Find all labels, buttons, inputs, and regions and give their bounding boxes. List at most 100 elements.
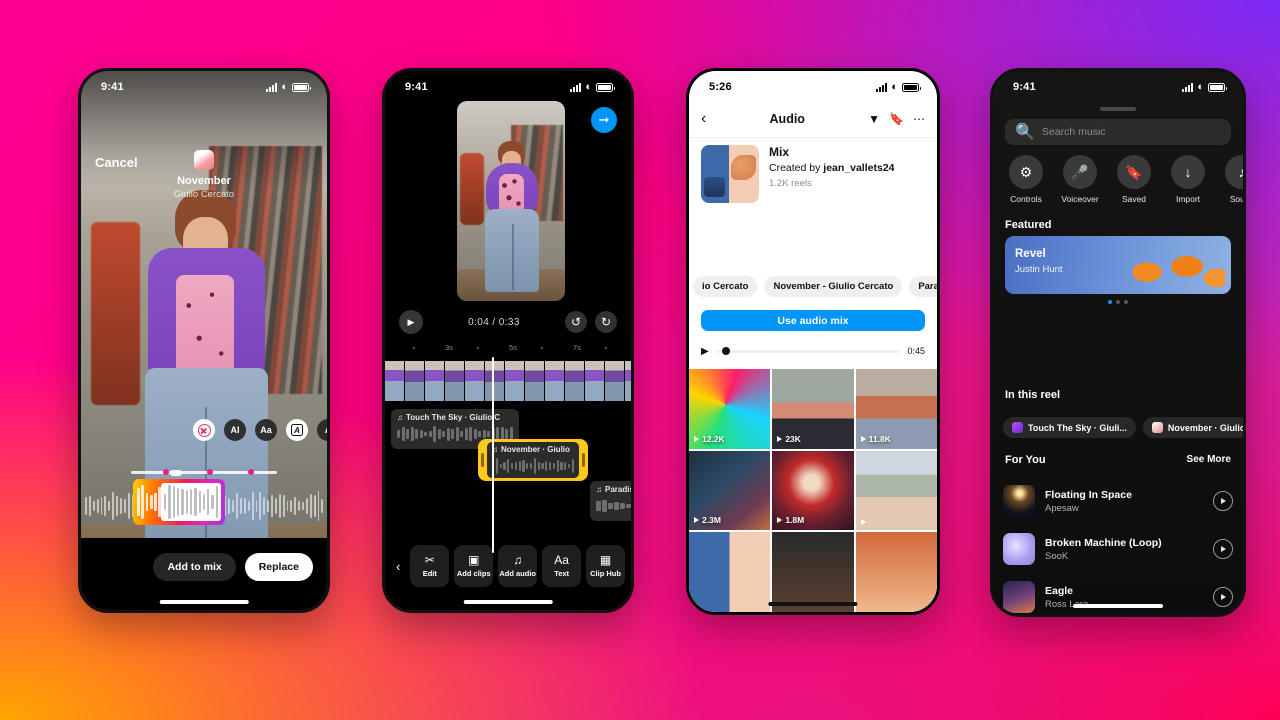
next-button[interactable]: ➞ [591, 107, 617, 133]
track-chip[interactable]: io Cercato [693, 276, 758, 297]
mix-title: Mix [769, 145, 790, 159]
ai-icon[interactable]: AI [224, 419, 246, 441]
pager-dot-2[interactable] [1116, 300, 1120, 304]
use-audio-mix-button[interactable]: Use audio mix [701, 310, 925, 331]
effects-off-icon[interactable] [193, 419, 215, 441]
add-to-mix-button[interactable]: Add to mix [153, 553, 236, 581]
send-icon[interactable]: ▼ [868, 112, 880, 126]
song-play-button[interactable] [1213, 587, 1233, 607]
list-item[interactable]: Broken Machine (Loop) SooK [1003, 525, 1233, 573]
clip-marker-2[interactable] [206, 469, 213, 475]
audio-scrubber[interactable] [716, 347, 900, 355]
reel-tile[interactable]: 23K [772, 369, 854, 449]
pager-dot-1[interactable] [1108, 300, 1112, 304]
history-controls: ↺ ↻ [565, 311, 617, 333]
toolbar-clip-hub-button[interactable]: ▦ Clip Hub [586, 545, 626, 587]
created-by-label: Created by [769, 162, 824, 174]
more-options-icon[interactable]: ⋯ [913, 112, 925, 126]
battery-icon [902, 82, 921, 92]
song-play-button[interactable] [1213, 539, 1233, 559]
phone-2-screen: 9:41 ◐ ➞ ▶ 0:04 / 0:33 ↺ ↻ 3s 5s 7s ♫ To… [385, 71, 631, 610]
quick-action-import[interactable]: ↓ Import [1165, 155, 1211, 204]
reel-tile[interactable]: 11.8K [855, 369, 937, 449]
cellular-bars-icon [570, 82, 582, 92]
sound-icon: ♪ [1225, 155, 1243, 189]
reel-tile[interactable] [855, 450, 937, 531]
see-more-button[interactable]: See More [1187, 454, 1231, 465]
status-icons: ◐ [570, 81, 615, 93]
reel-tile[interactable] [772, 532, 854, 612]
search-bar[interactable]: 🔍 Search music [1005, 119, 1231, 145]
featured-card[interactable]: Revel Justin Hunt [1005, 236, 1231, 294]
battery-icon [596, 82, 615, 92]
quick-action-sound[interactable]: ♪ Sound [1219, 155, 1243, 204]
toolbar-text-button[interactable]: Aa Text [542, 545, 582, 587]
playhead[interactable] [492, 357, 494, 553]
reel-tile[interactable]: 2.3M [689, 450, 771, 531]
clip-timeline-slider[interactable] [131, 469, 277, 476]
toolbar-add-clips-label: Add clips [456, 569, 491, 578]
trim-handle-right[interactable] [582, 453, 585, 467]
reel-track-chip[interactable]: November · Giulio C [1142, 417, 1243, 438]
phone-1-audio-trim: 9:41 ◐ Cancel November Giulio Cercato AI… [78, 68, 330, 613]
tool-strip: AI Aa A A [193, 419, 327, 441]
play-button[interactable]: ▶ [399, 310, 423, 334]
reel-track-chip[interactable]: Touch The Sky · Giuli... [1003, 417, 1136, 438]
trim-handle-left[interactable] [481, 453, 484, 467]
scrubber-knob[interactable] [721, 347, 730, 355]
arrow-right-icon: ➞ [598, 112, 610, 127]
reel-tile[interactable] [855, 532, 937, 612]
quick-action-controls[interactable]: ⚙ Controls [1003, 155, 1049, 204]
editor-toolbar: ‹ ✂ Edit ▣ Add clips ♫ Add audio Aa Text… [385, 544, 631, 588]
quick-action-voiceover[interactable]: 🎤 Voiceover [1057, 155, 1103, 204]
filmstrip-track[interactable] [385, 361, 631, 401]
audio-track-2-selected[interactable]: ♫ November · Giulio [478, 439, 588, 481]
text-size-icon[interactable]: Aa [255, 419, 277, 441]
search-input[interactable]: Search music [1042, 126, 1106, 138]
reel-tile[interactable] [689, 532, 771, 612]
song-artwork [1003, 485, 1035, 517]
pager-dot-3[interactable] [1124, 300, 1128, 304]
toolbar-add-clips-button[interactable]: ▣ Add clips [454, 545, 494, 587]
featured-card-artist: Justin Hunt [1015, 264, 1063, 275]
toolbar-edit-button[interactable]: ✂ Edit [410, 545, 450, 587]
status-time: 9:41 [405, 81, 428, 93]
reel-tile[interactable]: 1.8M [772, 450, 854, 531]
clip-marker-3[interactable] [247, 469, 254, 475]
quick-action-voiceover-label: Voiceover [1061, 194, 1099, 204]
cancel-button[interactable]: Cancel [95, 155, 138, 170]
redo-icon[interactable]: ↻ [595, 311, 617, 333]
replace-button[interactable]: Replace [244, 553, 313, 581]
status-time: 9:41 [1013, 81, 1036, 93]
creator-username[interactable]: jean_vallets24 [823, 162, 894, 174]
list-item[interactable]: Floating In Space Apesaw [1003, 477, 1233, 525]
phone-2-editor-timeline: 9:41 ◐ ➞ ▶ 0:04 / 0:33 ↺ ↻ 3s 5s 7s ♫ To… [382, 68, 634, 613]
track-chip[interactable]: November - Giulio Cercato [764, 276, 903, 297]
play-icon[interactable]: ▶ [701, 346, 709, 357]
toolbar-clip-hub-label: Clip Hub [590, 569, 621, 578]
edit-icon: ✂ [424, 553, 435, 567]
song-play-button[interactable] [1213, 491, 1233, 511]
slider-knob[interactable] [170, 469, 183, 476]
featured-card-title: Revel [1015, 248, 1046, 260]
quick-action-saved[interactable]: 🔖 Saved [1111, 155, 1157, 204]
bookmark-icon[interactable]: 🔖 [889, 112, 904, 126]
undo-icon[interactable]: ↺ [565, 311, 587, 333]
in-this-reel-chips: Touch The Sky · Giuli... November · Giul… [993, 417, 1243, 438]
audio-track-3[interactable]: ♫ Paradise · [590, 481, 631, 521]
track-chip[interactable]: Paradise - T [909, 276, 937, 297]
reel-track-chip-label: Touch The Sky · Giuli... [1028, 422, 1127, 433]
audio-selection-handle[interactable] [133, 479, 225, 525]
quick-action-saved-label: Saved [1121, 194, 1147, 204]
sheet-grabber[interactable] [1100, 107, 1136, 111]
toolbar-add-audio-button[interactable]: ♫ Add audio [498, 545, 538, 587]
carousel-pager [993, 300, 1243, 304]
audio-track-3-waveform [596, 498, 631, 514]
more-style-icon[interactable]: A [317, 419, 327, 441]
chevron-left-icon[interactable]: ‹ [391, 559, 405, 574]
font-style-icon[interactable]: A [286, 419, 308, 441]
playback-time: 0:04 / 0:33 [468, 316, 520, 328]
bookmark-icon: 🔖 [1117, 155, 1151, 189]
reel-tile[interactable]: 12.2K [689, 369, 771, 449]
video-preview[interactable] [457, 101, 565, 301]
